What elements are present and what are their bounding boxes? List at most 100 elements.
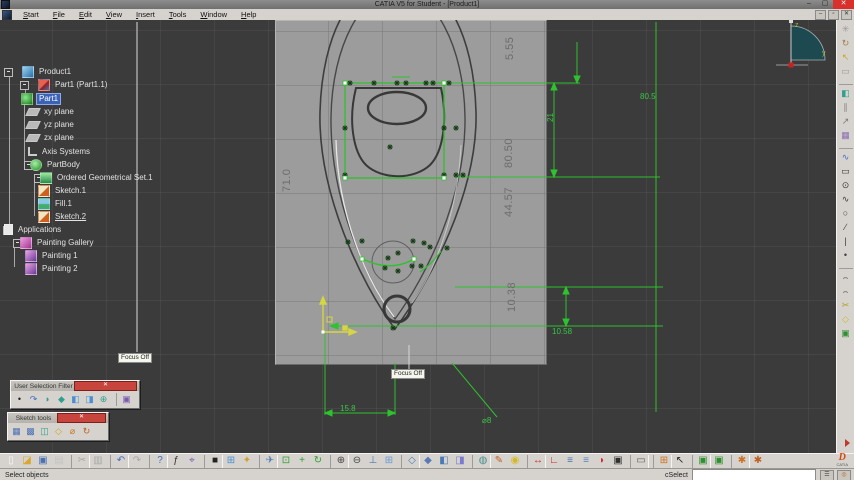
tree-item-painting2[interactable]: Painting 2 [25,262,80,275]
grid-toggle-icon[interactable]: ▦ [10,425,23,438]
fit-all-in-icon[interactable]: ⊡ [278,455,294,468]
capture-icon[interactable]: ▣ [610,455,626,468]
ruler-icon[interactable]: ▭ [630,454,649,468]
measure-between-icon[interactable]: ↔ [527,454,546,468]
dimension-label[interactable]: ⌀8 [482,416,491,425]
intersection-filter-icon[interactable]: ⊕ [97,393,110,406]
copy-icon[interactable]: ▥ [90,455,106,468]
annotation-list-icon[interactable]: ≡ [562,455,578,468]
tree-item-sketch2[interactable]: Sketch.2 [38,210,88,223]
viewport[interactable]: z y Product1 Part1 (Part1.1) Part1 xy pl… [0,20,854,453]
command-history-icon[interactable]: ☰ [820,469,834,480]
menu-edit[interactable]: Edit [72,9,99,20]
tool-orange-2-icon[interactable]: ✱ [750,455,766,468]
image-frame-icon[interactable]: ▦ [839,129,853,143]
dimension-label[interactable]: 71.0 [281,169,293,192]
grid-icon[interactable]: ⊞ [653,454,672,468]
dimensional-constraints-icon[interactable]: ⌀ [66,425,79,438]
curve-filter-icon[interactable]: ↷ [27,393,40,406]
dimension-label[interactable]: 10.58 [552,327,572,336]
redo-icon[interactable]: ↷ [129,455,145,468]
dimension-label[interactable]: 10.38 [506,282,518,312]
command-input[interactable] [692,469,816,480]
attach-clip-icon[interactable]: ∥ [839,101,853,115]
vb-script-2-icon[interactable]: ▣ [711,455,727,468]
menu-view[interactable]: View [99,9,129,20]
tree-item-product1[interactable]: Product1 [22,65,73,78]
manipulation-hand-icon[interactable]: ✦ [239,455,255,468]
structure-tree-icon[interactable]: ⊞ [223,455,239,468]
dimension-label[interactable]: 44.57 [503,187,515,217]
minimize-button[interactable]: – [801,0,817,9]
tree-item-part1-instance[interactable]: Part1 (Part1.1) [38,78,109,91]
geometrical-feature-filter-icon[interactable]: ◨ [83,393,96,406]
close-icon[interactable]: ✕ [57,413,106,423]
mdi-close-button[interactable]: ✕ [841,9,852,20]
view-compass[interactable] [776,20,826,68]
volume-filter-icon[interactable]: ◆ [55,393,68,406]
circle-tool-icon[interactable]: ⊙ [839,179,853,193]
cut-icon[interactable]: ✂ [71,454,90,468]
line-tool-icon[interactable]: ∕ [839,221,853,235]
zoom-in-icon[interactable]: ⊕ [330,454,349,468]
normal-view-icon[interactable]: ⊥ [365,455,381,468]
profile-spline-icon[interactable]: ∿ [838,148,853,165]
tree-item-applications[interactable]: Applications [4,224,63,235]
tree-item-part1[interactable]: Part1 [21,92,62,105]
light-icon[interactable]: ◉ [507,455,523,468]
arc-tool-icon[interactable]: ⌢ [838,268,853,285]
tree-item-zx-plane[interactable]: zx plane [25,132,76,143]
point-filter-icon[interactable]: • [13,393,26,406]
axis-tool-icon[interactable]: | [839,235,853,249]
constraint-box-icon[interactable]: ▣ [839,327,853,341]
dimension-label[interactable]: 80.50 [503,138,515,168]
vb-script-icon[interactable]: ▣ [692,454,711,468]
close-icon[interactable]: ✕ [74,381,137,391]
tree-item-partbody[interactable]: PartBody [30,158,82,171]
knowledge-palette-icon[interactable]: ■ [204,454,223,468]
formula-fx-icon[interactable]: ƒ [168,455,184,468]
spline-tool-icon[interactable]: ∿ [839,193,853,207]
menu-insert[interactable]: Insert [129,9,162,20]
rotate-icon[interactable]: ↻ [310,455,326,468]
search-telescope-icon[interactable]: ⌖ [184,455,200,468]
tree-item-sketch1[interactable]: Sketch.1 [38,184,88,197]
diagonal-arrow-icon[interactable]: ↗ [839,115,853,129]
hide-show-icon[interactable]: ◧ [436,455,452,468]
whats-this-icon[interactable]: ? [149,454,168,468]
close-button[interactable]: ✕ [833,0,854,9]
rectangle-tool-icon[interactable]: ▭ [839,165,853,179]
trim-tool-icon[interactable]: ✂ [839,299,853,313]
new-document-icon[interactable]: ▯ [3,455,19,468]
power-input-icon[interactable]: ◎ [837,469,851,480]
save-icon[interactable]: ▣ [35,455,51,468]
dimension-label[interactable]: 5.55 [504,37,516,60]
auto-constraint-icon[interactable]: ↻ [80,425,93,438]
three-point-arc-icon[interactable]: ⌢ [839,285,853,299]
toolbar-title-bar[interactable]: Sketch tools ✕ [8,413,108,423]
select-pointer-icon[interactable]: ↖ [839,51,853,65]
fly-mode-icon[interactable]: ✈ [259,454,278,468]
menu-start[interactable]: Start [16,9,46,20]
swap-visible-space-icon[interactable]: ◨ [452,455,468,468]
expand-toggle[interactable] [20,81,29,90]
tree-item-axis-systems[interactable]: Axis Systems [28,146,92,157]
tree-item-geometrical-set[interactable]: Ordered Geometrical Set.1 [40,171,155,184]
toolbar-title-bar[interactable]: User Selection Filter ✕ [11,381,139,391]
menu-window[interactable]: Window [193,9,234,20]
undo-icon[interactable]: ↶ [110,454,129,468]
surface-filter-icon[interactable]: ◗ [41,393,54,406]
construction-element-icon[interactable]: ◫ [38,425,51,438]
tree-item-painting1[interactable]: Painting 1 [25,249,80,262]
feature-filter-icon[interactable]: ◧ [69,393,82,406]
dimension-label[interactable]: 21 [546,113,555,122]
multi-view-icon[interactable]: ⊞ [381,455,397,468]
tool-orange-icon[interactable]: ✱ [731,454,750,468]
isolate-cube-icon[interactable]: ◧ [838,84,853,101]
zoom-out-icon[interactable]: ⊖ [349,455,365,468]
tree-item-fill1[interactable]: Fill.1 [38,197,74,210]
shaded-view-icon[interactable]: ◆ [420,455,436,468]
mdi-restore-button[interactable]: ▫ [828,9,839,20]
recenter-arrow-icon[interactable]: ↖ [672,455,688,468]
apply-material-icon[interactable]: ◍ [472,454,491,468]
